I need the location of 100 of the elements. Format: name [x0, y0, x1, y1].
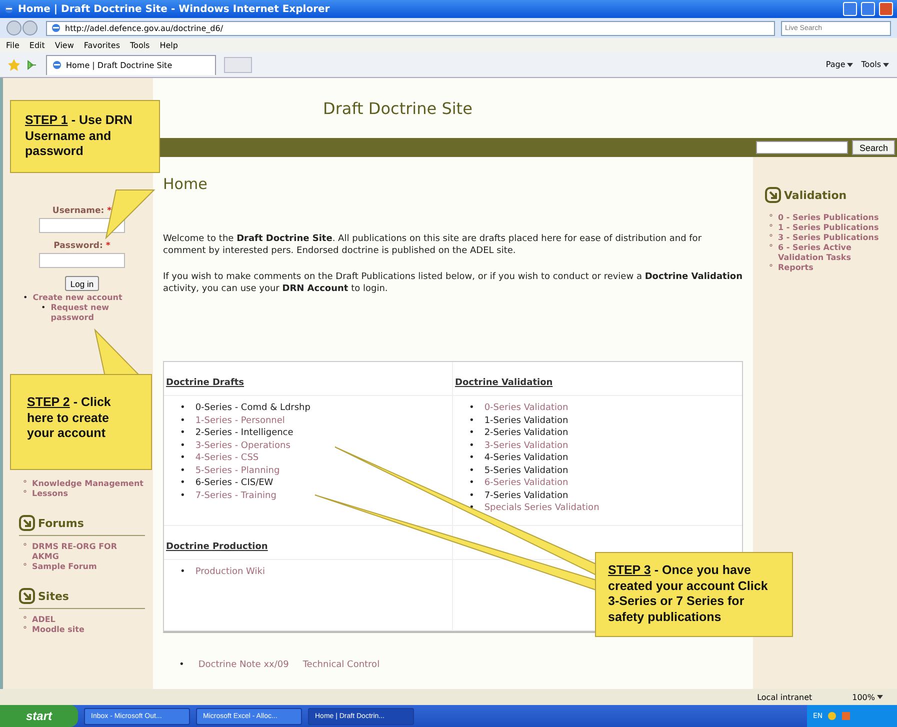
- field-label: Password: *: [54, 241, 110, 251]
- bullet: •: [469, 490, 474, 502]
- bullet: •: [469, 464, 474, 476]
- address-field[interactable]: http://adel.defence.gov.au/doctrine_d6/: [46, 20, 775, 36]
- list-item: 1-Series Validation: [484, 414, 568, 427]
- menu-item[interactable]: Edit: [29, 40, 45, 50]
- link[interactable]: 0 - Series Publications: [778, 213, 879, 223]
- link[interactable]: 6 - Series Active Validation Tasks: [778, 243, 890, 263]
- bullet: •: [180, 477, 186, 489]
- start-button[interactable]: start: [0, 705, 78, 727]
- bullet: °: [23, 615, 27, 625]
- site-title: Draft Doctrine Site: [323, 98, 472, 118]
- browser-tab[interactable]: Home | Draft Doctrine Site: [46, 54, 216, 74]
- link[interactable]: DRMS RE-ORG FOR AKMG: [32, 542, 145, 562]
- block-heading: Sites: [38, 590, 69, 602]
- close-button[interactable]: [879, 2, 893, 16]
- caret-icon: [883, 62, 889, 66]
- menu-item[interactable]: Help: [160, 40, 178, 50]
- search-field[interactable]: [756, 141, 848, 154]
- paragraph: Welcome to the Draft Doctrine Site. All publications on this site are drafts placed here for ease of distribution and for comment by interested pers. Endorsed doctrine is published on the ADEL site.: [163, 233, 703, 257]
- search-button[interactable]: Search: [852, 140, 895, 155]
- bullet: •: [180, 440, 186, 452]
- link[interactable]: 4-Series - CSS: [195, 452, 259, 464]
- bullet: •: [180, 452, 186, 464]
- callout-text: STEP 2 - Click here to create your account: [27, 395, 111, 440]
- link[interactable]: Specials Series Validation: [484, 502, 600, 514]
- bullet: •: [469, 452, 474, 464]
- maximize-button[interactable]: [861, 2, 875, 16]
- favorites-icon[interactable]: [8, 58, 38, 70]
- paragraph: If you wish to make comments on the Draft Publications listed below, or if you wish to conduct or review a Doctrine Validation activity, you can use your DRN Account to login.: [163, 271, 743, 295]
- link[interactable]: 3 - Series Publications: [778, 233, 879, 243]
- link[interactable]: ADEL: [32, 615, 56, 625]
- bullet: °: [23, 479, 27, 489]
- link[interactable]: 6-Series Validation: [484, 477, 568, 490]
- bullet: °: [769, 233, 773, 243]
- bullet: •: [180, 464, 186, 476]
- list-item: 5-Series Validation: [484, 464, 568, 477]
- zoom-level[interactable]: 100%: [852, 692, 875, 702]
- menu-item[interactable]: File: [6, 40, 20, 50]
- list-item: 0-Series - Comd & Ldrshp: [195, 402, 310, 414]
- link[interactable]: 5-Series - Planning: [195, 464, 280, 477]
- link[interactable]: Doctrine Note xx/09: [198, 660, 289, 670]
- column-heading: Doctrine Production: [166, 542, 268, 552]
- bullet: °: [769, 213, 773, 223]
- bullet: •: [41, 303, 46, 313]
- menu-item[interactable]: View: [54, 40, 74, 50]
- browser-icon: [52, 60, 62, 70]
- list-item: 7-Series Validation: [484, 490, 568, 502]
- list-item: 2-Series - Intelligence: [195, 427, 294, 440]
- link[interactable]: 1-Series - Personnel: [195, 414, 285, 427]
- menu-item[interactable]: Favorites: [84, 40, 120, 50]
- link[interactable]: Knowledge Management: [32, 479, 144, 489]
- link[interactable]: Lessons: [32, 489, 68, 499]
- link[interactable]: 7-Series - Training: [195, 490, 276, 502]
- new-tab-button[interactable]: [224, 56, 252, 72]
- menu-item[interactable]: Tools: [130, 40, 150, 50]
- back-forward-icon[interactable]: [6, 20, 40, 36]
- bullet: •: [469, 414, 474, 426]
- bullet: •: [469, 440, 474, 452]
- bullet: °: [23, 542, 27, 552]
- link[interactable]: 0-Series Validation: [484, 402, 568, 414]
- bullet: •: [469, 502, 474, 514]
- bullet: °: [23, 625, 27, 635]
- link[interactable]: Moodle site: [32, 625, 84, 635]
- link[interactable]: 3-Series - Operations: [195, 440, 290, 452]
- callout-text: STEP 1 - Use DRN Username and password: [25, 113, 132, 158]
- toolbar-button[interactable]: Page: [826, 60, 846, 69]
- tray-icon[interactable]: [826, 711, 837, 721]
- login-button[interactable]: Log in: [65, 276, 99, 291]
- link[interactable]: Reports: [778, 263, 814, 273]
- link[interactable]: Request new password: [50, 303, 145, 323]
- window-title: Home | Draft Doctrine Site - Windows Internet Explorer: [18, 4, 331, 14]
- link[interactable]: Technical Control: [302, 660, 380, 670]
- page-title: Home: [163, 175, 208, 193]
- bullet: •: [179, 658, 184, 670]
- bullet: °: [769, 263, 773, 273]
- column-heading: Doctrine Drafts: [166, 378, 244, 388]
- bullet: °: [23, 489, 27, 499]
- field-label: Username: *: [52, 206, 112, 216]
- bullet: •: [180, 402, 186, 414]
- password-field[interactable]: [39, 253, 125, 268]
- bullet: •: [469, 477, 474, 489]
- browser-icon: [4, 4, 14, 14]
- link[interactable]: 3-Series Validation: [484, 440, 568, 452]
- bullet: •: [469, 427, 474, 439]
- link[interactable]: Production Wiki: [195, 566, 265, 578]
- minimize-button[interactable]: [843, 2, 857, 16]
- link[interactable]: Sample Forum: [32, 562, 97, 572]
- block-heading: Validation: [784, 188, 847, 202]
- list-item: 4-Series Validation: [484, 452, 568, 464]
- callout-pointer: [104, 190, 156, 240]
- caret-icon: [877, 695, 883, 699]
- bullet: °: [769, 223, 773, 233]
- toolbar-button[interactable]: Tools: [861, 60, 881, 69]
- column-heading: Doctrine Validation: [455, 378, 553, 388]
- bullet: •: [180, 490, 186, 502]
- link[interactable]: Create new account: [32, 293, 122, 303]
- bullet: •: [180, 566, 186, 578]
- link[interactable]: 1 - Series Publications: [778, 223, 879, 233]
- block-heading: Forums: [38, 516, 84, 530]
